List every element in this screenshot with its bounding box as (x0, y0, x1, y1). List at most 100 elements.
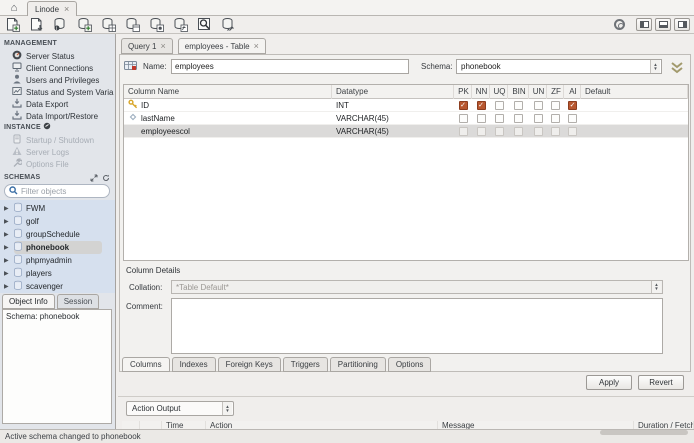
action-output-select[interactable]: Action Output ▲ ▼ (126, 401, 234, 416)
ai-checkbox[interactable] (568, 127, 577, 136)
un-cell[interactable] (529, 125, 547, 138)
tab-triggers[interactable]: Triggers (282, 357, 328, 372)
spinner-icon[interactable]: ▲ ▼ (222, 402, 232, 415)
expand-arrow-icon[interactable]: ▶ (4, 283, 10, 290)
close-icon[interactable]: × (254, 41, 259, 51)
sidebar-item-options-file[interactable]: Options File (12, 158, 114, 170)
expand-schemas-icon[interactable] (90, 174, 98, 184)
uq-cell[interactable] (490, 99, 508, 112)
un-checkbox[interactable] (533, 114, 543, 123)
expand-arrow-icon[interactable]: ▶ (4, 231, 10, 238)
expand-editor-icon[interactable] (667, 60, 687, 74)
pk-checkbox[interactable] (458, 127, 468, 136)
tab-object-info[interactable]: Object Info (2, 294, 55, 309)
nn-cell[interactable] (472, 125, 490, 138)
sidebar-item-data-import-restore[interactable]: Data Import/Restore (12, 110, 114, 122)
create-table-button[interactable] (100, 17, 117, 33)
uq-checkbox[interactable] (494, 127, 504, 136)
ai-checkbox[interactable] (568, 114, 577, 123)
nn-checkbox[interactable] (476, 114, 486, 123)
collation-select[interactable]: *Table Default* ▲ ▼ (171, 280, 663, 294)
expand-arrow-icon[interactable]: ▶ (4, 270, 10, 277)
close-icon[interactable]: × (160, 41, 165, 51)
schema-item-scavenger[interactable]: ▶ scavenger (0, 280, 115, 293)
sidebar-item-server-logs[interactable]: Server Logs (12, 146, 114, 158)
sidebar-item-server-status[interactable]: Server Status (12, 50, 114, 62)
schema-item-players[interactable]: ▶ players (0, 267, 115, 280)
grid-header-ai[interactable]: AI (564, 85, 581, 99)
uq-checkbox[interactable] (494, 114, 504, 123)
preferences-icon[interactable] (614, 19, 625, 30)
grid-header-pk[interactable]: PK (454, 85, 472, 99)
tab-foreign-keys[interactable]: Foreign Keys (217, 357, 281, 372)
tab-employees-table[interactable]: employees - Table × (177, 38, 266, 54)
spinner-icon[interactable]: ▲ ▼ (651, 281, 661, 293)
refresh-schemas-icon[interactable] (102, 174, 110, 184)
sidebar-item-data-export[interactable]: Data Export (12, 98, 114, 110)
un-cell[interactable] (529, 99, 547, 112)
bin-checkbox[interactable] (514, 101, 523, 110)
bin-cell[interactable] (508, 112, 529, 125)
datatype-cell[interactable]: VARCHAR(45) (332, 112, 454, 125)
datatype-cell[interactable]: VARCHAR(45) (332, 125, 454, 138)
grid-header-un[interactable]: UN (529, 85, 547, 99)
sidebar-item-users-and-privileges[interactable]: Users and Privileges (12, 74, 114, 86)
home-tab[interactable]: ⌂ (4, 1, 24, 16)
sidebar-item-status-and-system-variables[interactable]: Status and System Variables (12, 86, 114, 98)
table-row[interactable]: lastName VARCHAR(45) (124, 112, 688, 125)
close-icon[interactable]: × (64, 4, 69, 14)
sidebar-item-startup-shutdown[interactable]: Startup / Shutdown (12, 134, 114, 146)
uq-cell[interactable] (490, 125, 508, 138)
ai-cell[interactable]: ✓ (564, 99, 581, 112)
expand-arrow-icon[interactable]: ▶ (4, 218, 10, 225)
un-checkbox[interactable] (533, 127, 543, 136)
tab-options[interactable]: Options (387, 357, 432, 372)
toggle-right-panel-button[interactable] (674, 18, 690, 31)
toggle-bottom-panel-button[interactable] (655, 18, 671, 31)
grid-header-uq[interactable]: UQ (490, 85, 508, 99)
tab-partitioning[interactable]: Partitioning (329, 357, 386, 372)
zf-cell[interactable] (547, 112, 564, 125)
datatype-cell[interactable]: INT (332, 99, 454, 112)
expand-arrow-icon[interactable]: ▶ (4, 244, 10, 251)
uq-cell[interactable] (490, 112, 508, 125)
schema-item-groupschedule[interactable]: ▶ groupSchedule (0, 228, 115, 241)
ai-cell[interactable] (564, 125, 581, 138)
schema-item-phpmyadmin[interactable]: ▶ phpmyadmin (0, 254, 115, 267)
bin-cell[interactable] (508, 125, 529, 138)
tab-indexes[interactable]: Indexes (171, 357, 216, 372)
toggle-left-panel-button[interactable] (636, 18, 652, 31)
expand-arrow-icon[interactable]: ▶ (4, 205, 10, 212)
un-cell[interactable] (529, 112, 547, 125)
pk-cell[interactable] (454, 112, 472, 125)
schema-item-phonebook[interactable]: ▶ phonebook (0, 241, 115, 254)
pk-checkbox[interactable]: ✓ (458, 101, 468, 110)
uq-checkbox[interactable] (494, 101, 504, 110)
comment-textarea[interactable] (171, 298, 663, 354)
new-sql-tab-button[interactable] (4, 17, 21, 33)
default-cell[interactable] (581, 112, 688, 125)
schema-inspector-button[interactable]: i (52, 17, 69, 33)
sidebar-item-client-connections[interactable]: Client Connections (12, 62, 114, 74)
table-row[interactable]: employeescol VARCHAR(45) (124, 125, 688, 138)
un-checkbox[interactable] (533, 101, 543, 110)
zf-cell[interactable] (547, 125, 564, 138)
default-cell[interactable] (581, 125, 688, 138)
schema-item-fwm[interactable]: ▶ FWM (0, 202, 115, 215)
search-table-data-button[interactable] (196, 17, 213, 33)
table-row[interactable]: ID INT ✓ ✓ ✓ (124, 99, 688, 112)
zf-checkbox[interactable] (551, 127, 560, 136)
create-procedure-button[interactable] (148, 17, 165, 33)
nn-checkbox[interactable]: ✓ (476, 101, 486, 110)
default-cell[interactable] (581, 99, 688, 112)
nn-cell[interactable]: ✓ (472, 99, 490, 112)
schema-filter-input[interactable]: Filter objects (4, 184, 110, 198)
column-name-cell[interactable]: lastName (124, 112, 332, 125)
table-name-input[interactable] (171, 59, 409, 74)
bin-checkbox[interactable] (514, 127, 523, 136)
create-function-button[interactable] (172, 17, 189, 33)
grid-header-default[interactable]: Default (581, 85, 688, 99)
pk-cell[interactable]: ✓ (454, 99, 472, 112)
bin-cell[interactable] (508, 99, 529, 112)
apply-button[interactable]: Apply (586, 375, 632, 390)
